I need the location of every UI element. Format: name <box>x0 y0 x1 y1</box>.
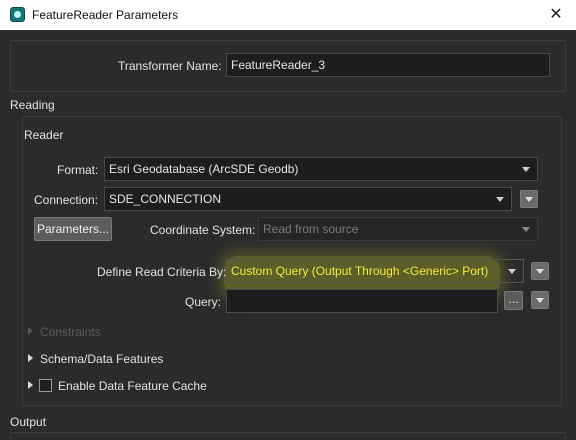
read-criteria-options-button[interactable] <box>531 262 549 280</box>
enable-cache-checkbox[interactable] <box>39 379 52 392</box>
chevron-down-icon <box>522 227 530 232</box>
coordinate-system-placeholder: Read from source <box>263 222 359 236</box>
chevron-down-icon <box>536 269 544 274</box>
read-criteria-value: Custom Query (Output Through <Generic> P… <box>231 264 489 278</box>
app-icon <box>10 7 25 22</box>
constraints-label: Constraints <box>40 325 101 339</box>
reading-section-label: Reading <box>10 98 55 112</box>
connection-value: SDE_CONNECTION <box>109 192 222 206</box>
schema-expand-icon[interactable] <box>28 354 33 362</box>
format-value: Esri Geodatabase (ArcSDE Geodb) <box>109 162 299 176</box>
coordinate-system-label: Coordinate System: <box>150 223 256 237</box>
connection-options-button[interactable] <box>520 190 538 208</box>
chevron-down-icon <box>496 197 504 202</box>
output-panel <box>10 432 566 440</box>
format-label: Format: <box>57 163 99 177</box>
chevron-down-icon <box>525 197 533 202</box>
format-select[interactable]: Esri Geodatabase (ArcSDE Geodb) <box>104 157 538 181</box>
parameters-button[interactable]: Parameters... <box>34 217 112 241</box>
connection-select[interactable]: SDE_CONNECTION <box>104 187 512 211</box>
query-ellipsis-button[interactable]: ... <box>504 291 523 310</box>
chevron-down-icon <box>522 167 530 172</box>
output-section-label: Output <box>10 415 47 429</box>
reader-group-label: Reader <box>24 128 64 142</box>
read-criteria-label: Define Read Criteria By: <box>97 265 227 279</box>
constraints-expand-icon <box>28 327 33 335</box>
cache-expand-icon[interactable] <box>28 381 33 389</box>
window-title: FeatureReader Parameters <box>32 8 179 22</box>
transformer-name-input[interactable]: FeatureReader_3 <box>226 53 550 77</box>
query-label: Query: <box>185 295 222 309</box>
title-bar: FeatureReader Parameters ✕ <box>0 0 576 30</box>
query-input[interactable] <box>226 289 498 313</box>
chevron-down-icon <box>508 269 516 274</box>
connection-label: Connection: <box>34 193 99 207</box>
chevron-down-icon <box>536 298 544 303</box>
coordinate-system-select[interactable]: Read from source <box>258 217 538 241</box>
transformer-name-label: Transformer Name: <box>118 59 222 73</box>
close-icon[interactable]: ✕ <box>536 0 576 30</box>
enable-cache-label: Enable Data Feature Cache <box>58 379 207 393</box>
read-criteria-select[interactable]: Custom Query (Output Through <Generic> P… <box>226 259 524 283</box>
schema-data-features-label[interactable]: Schema/Data Features <box>40 352 163 366</box>
query-options-button[interactable] <box>531 291 549 309</box>
